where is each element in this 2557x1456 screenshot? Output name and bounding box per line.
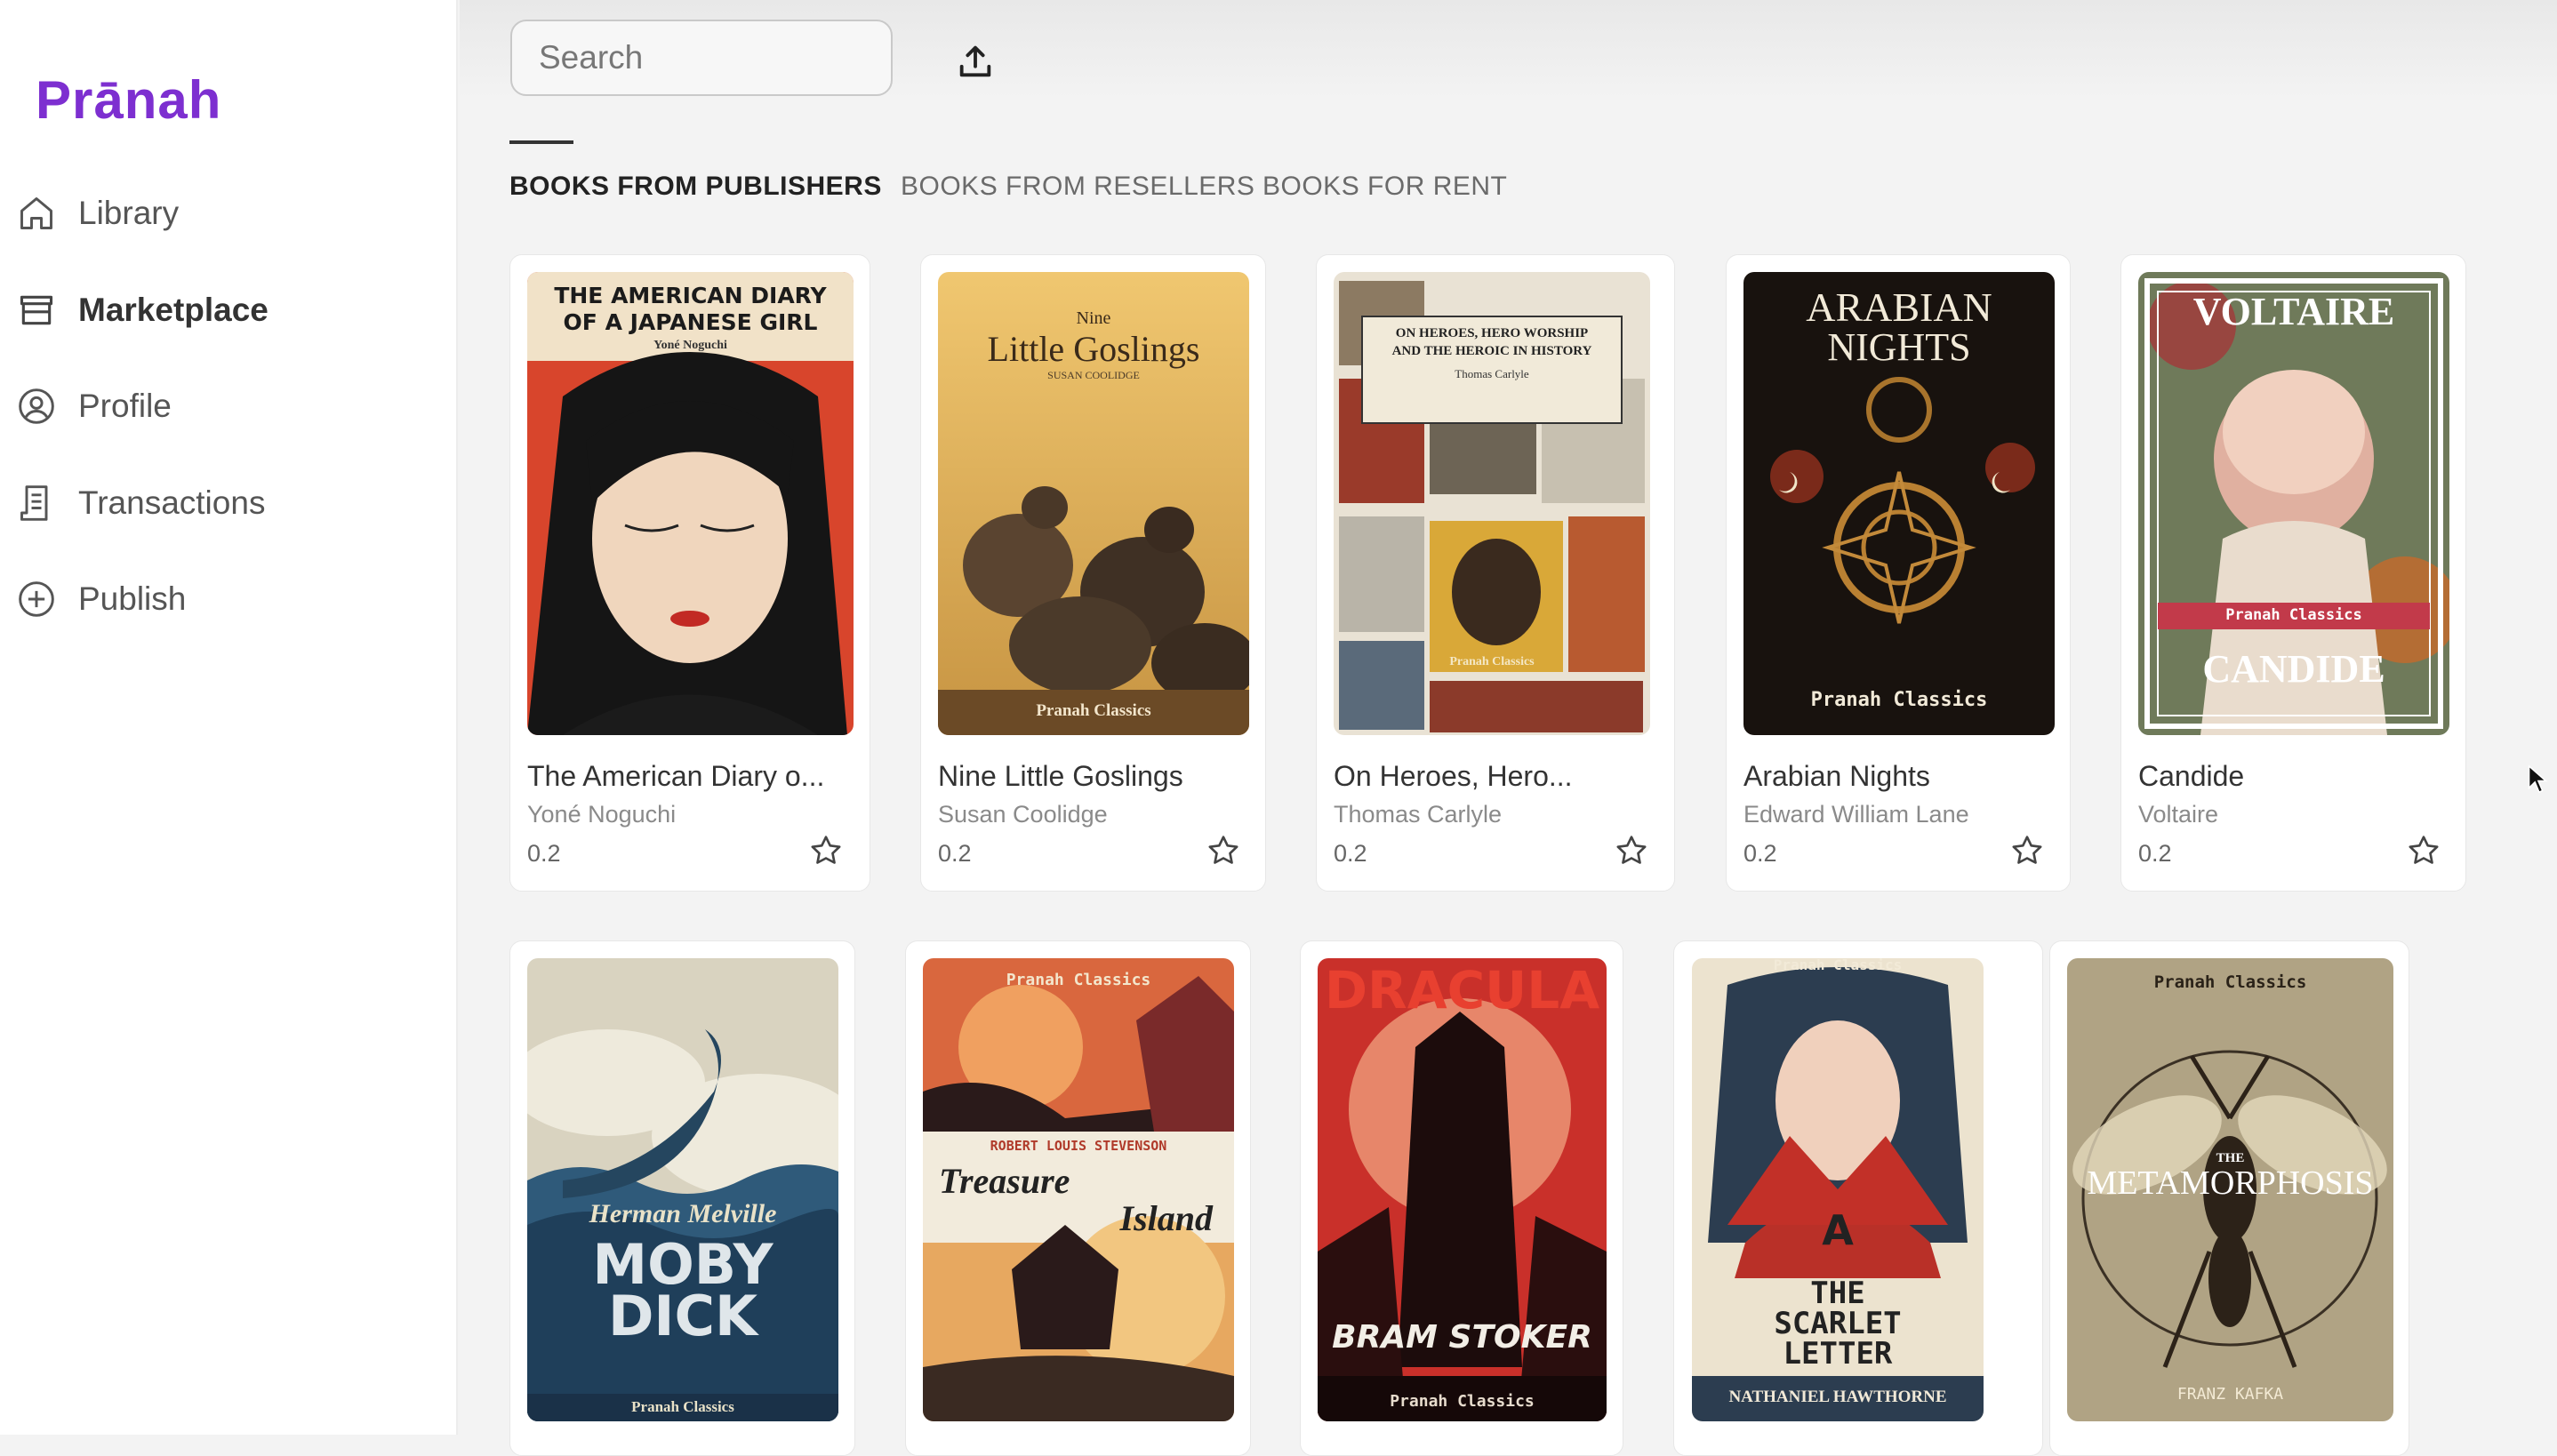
cover-subtitle: Island (1119, 1198, 1214, 1238)
mouse-cursor-icon (2528, 764, 2548, 794)
book-cover[interactable]: DRACULA BRAM STOKER Pranah Classics (1318, 958, 1607, 1421)
cover-title: ARABIAN (1806, 284, 1992, 330)
sidebar-item-label: Transactions (78, 484, 266, 521)
book-author: Edward William Lane (1743, 801, 1969, 828)
cover-publisher: Pranah Classics (2225, 606, 2362, 624)
cover-publisher: Pranah Classics (1449, 655, 1535, 668)
cover-publisher: Pranah Classics (1810, 689, 1988, 711)
book-card[interactable]: Pranah Classics A THE SCARLET LETTER NAT… (1673, 940, 2043, 1456)
book-author: Thomas Carlyle (1334, 801, 1503, 828)
book-price: 0.2 (1334, 840, 1367, 867)
cover-publisher: Pranah Classics (2153, 972, 2307, 992)
upload-button[interactable] (951, 37, 999, 85)
book-card[interactable]: Herman Melville MOBY DICK Pranah Classic… (509, 940, 855, 1456)
cover-author: NATHANIEL HAWTHORNE (1728, 1388, 1947, 1406)
cover-author: Thomas Carlyle (1455, 367, 1529, 380)
book-card[interactable]: Pranah Classics THE METAMORPHOSIS FRANZ … (2049, 940, 2409, 1456)
active-tab-indicator (509, 140, 573, 144)
book-card[interactable]: Nine Little Goslings SUSAN COOLIDGE Pran… (920, 254, 1266, 892)
cover-publisher: Pranah Classics (1773, 958, 1903, 973)
sidebar-item-label: Publish (78, 580, 187, 617)
book-cover[interactable]: ON HEROES, HERO WORSHIP AND THE HEROIC I… (1334, 272, 1650, 735)
book-cover[interactable]: Pranah Classics ROBERT LOUIS STEVENSON T… (923, 958, 1234, 1421)
star-icon[interactable] (1614, 833, 1649, 868)
store-icon (16, 290, 57, 331)
book-author: Susan Coolidge (938, 801, 1108, 828)
book-cover[interactable]: Herman Melville MOBY DICK Pranah Classic… (527, 958, 838, 1421)
cover-title: DRACULA (1324, 960, 1600, 1020)
book-author: Voltaire (2138, 801, 2219, 828)
cover-letter: A (1822, 1206, 1854, 1254)
cover-title: CANDIDE (2202, 647, 2385, 691)
sidebar-item-marketplace[interactable]: Marketplace (16, 278, 425, 342)
cover-subtitle: DICK (607, 1284, 758, 1348)
sidebar: Prānah Library Marketplace Profile Trans… (0, 0, 458, 1435)
cover-title: METAMORPHOSIS (2087, 1164, 2374, 1202)
sidebar-item-library[interactable]: Library (16, 181, 425, 245)
star-icon[interactable] (1206, 833, 1241, 868)
book-cover[interactable]: VOLTAIRE Pranah Classics CANDIDE (2138, 272, 2449, 735)
sidebar-item-label: Profile (78, 388, 172, 424)
cover-author: Yoné Noguchi (653, 339, 727, 352)
cover-title: THE AMERICAN DIARY (554, 283, 827, 308)
cover-subtitle: Nine (1076, 308, 1111, 328)
book-card[interactable]: VOLTAIRE Pranah Classics CANDIDE Candide… (2120, 254, 2466, 892)
sidebar-item-transactions[interactable]: Transactions (16, 471, 425, 535)
cover-subtitle: AND THE HEROIC IN HISTORY (1391, 344, 1592, 358)
tab-books-from-publishers[interactable]: BOOKS FROM PUBLISHERS (509, 172, 882, 202)
book-card[interactable]: THE AMERICAN DIARY OF A JAPANESE GIRL Yo… (509, 254, 870, 892)
receipt-icon (16, 483, 57, 524)
search-input[interactable] (510, 20, 893, 96)
home-icon (16, 193, 57, 234)
cover-author: Herman Melville (589, 1199, 777, 1228)
book-card[interactable]: ARABIAN NIGHTS Pranah Classics Arabian N… (1726, 254, 2071, 892)
book-card[interactable]: ON HEROES, HERO WORSHIP AND THE HEROIC I… (1316, 254, 1675, 892)
star-icon[interactable] (2009, 833, 2045, 868)
book-title: Arabian Nights (1743, 760, 1930, 792)
app-logo[interactable]: Prānah (36, 69, 221, 131)
book-price: 0.2 (938, 840, 972, 867)
book-cover[interactable]: THE AMERICAN DIARY OF A JAPANESE GIRL Yo… (527, 272, 854, 735)
cover-subtitle: OF A JAPANESE GIRL (563, 309, 818, 335)
sidebar-item-label: Marketplace (78, 292, 269, 328)
book-title: Candide (2138, 760, 2245, 792)
star-icon[interactable] (2406, 833, 2441, 868)
cover-author: VOLTAIRE (2192, 290, 2395, 333)
book-price: 0.2 (527, 840, 561, 867)
cover-title: Treasure (939, 1161, 1070, 1201)
upload-icon (959, 45, 991, 77)
plus-circle-icon (16, 579, 57, 620)
cover-title: Little Goslings (987, 329, 1200, 369)
cover-title: ON HEROES, HERO WORSHIP (1395, 326, 1589, 340)
cover-author: ROBERT LOUIS STEVENSON (990, 1138, 1167, 1154)
book-price: 0.2 (1743, 840, 1777, 867)
book-cover[interactable]: Nine Little Goslings SUSAN COOLIDGE Pran… (938, 272, 1249, 735)
tab-books-from-resellers[interactable]: BOOKS FROM RESELLERS (901, 172, 1254, 202)
book-title: On Heroes, Hero... (1334, 760, 1573, 792)
book-cover[interactable]: Pranah Classics A THE SCARLET LETTER NAT… (1692, 958, 1984, 1421)
cover-author: FRANZ KAFKA (2176, 1385, 2284, 1404)
book-author: Yoné Noguchi (527, 801, 677, 828)
book-card[interactable]: Pranah Classics ROBERT LOUIS STEVENSON T… (905, 940, 1251, 1456)
tab-books-for-rent[interactable]: BOOKS FOR RENT (1262, 172, 1507, 202)
star-icon[interactable] (808, 833, 844, 868)
sidebar-item-profile[interactable]: Profile (16, 374, 425, 438)
cover-subtitle: NIGHTS (1827, 325, 1971, 369)
sidebar-item-publish[interactable]: Publish (16, 567, 425, 631)
cover-title: LETTER (1783, 1336, 1893, 1372)
sidebar-item-label: Library (78, 195, 180, 231)
book-price: 0.2 (2138, 840, 2172, 867)
book-cover[interactable]: ARABIAN NIGHTS Pranah Classics (1743, 272, 2055, 735)
cover-publisher: Pranah Classics (631, 1398, 734, 1415)
cover-publisher: Pranah Classics (1036, 701, 1151, 720)
cover-author: SUSAN COOLIDGE (1047, 369, 1140, 381)
book-card[interactable]: DRACULA BRAM STOKER Pranah Classics (1300, 940, 1623, 1456)
cover-publisher: Pranah Classics (1006, 971, 1151, 989)
book-title: The American Diary o... (527, 760, 825, 792)
cover-author: BRAM STOKER (1332, 1319, 1592, 1356)
cover-publisher: Pranah Classics (1390, 1392, 1535, 1411)
user-circle-icon (16, 386, 57, 427)
book-cover[interactable]: Pranah Classics THE METAMORPHOSIS FRANZ … (2067, 958, 2393, 1421)
book-title: Nine Little Goslings (938, 760, 1183, 792)
